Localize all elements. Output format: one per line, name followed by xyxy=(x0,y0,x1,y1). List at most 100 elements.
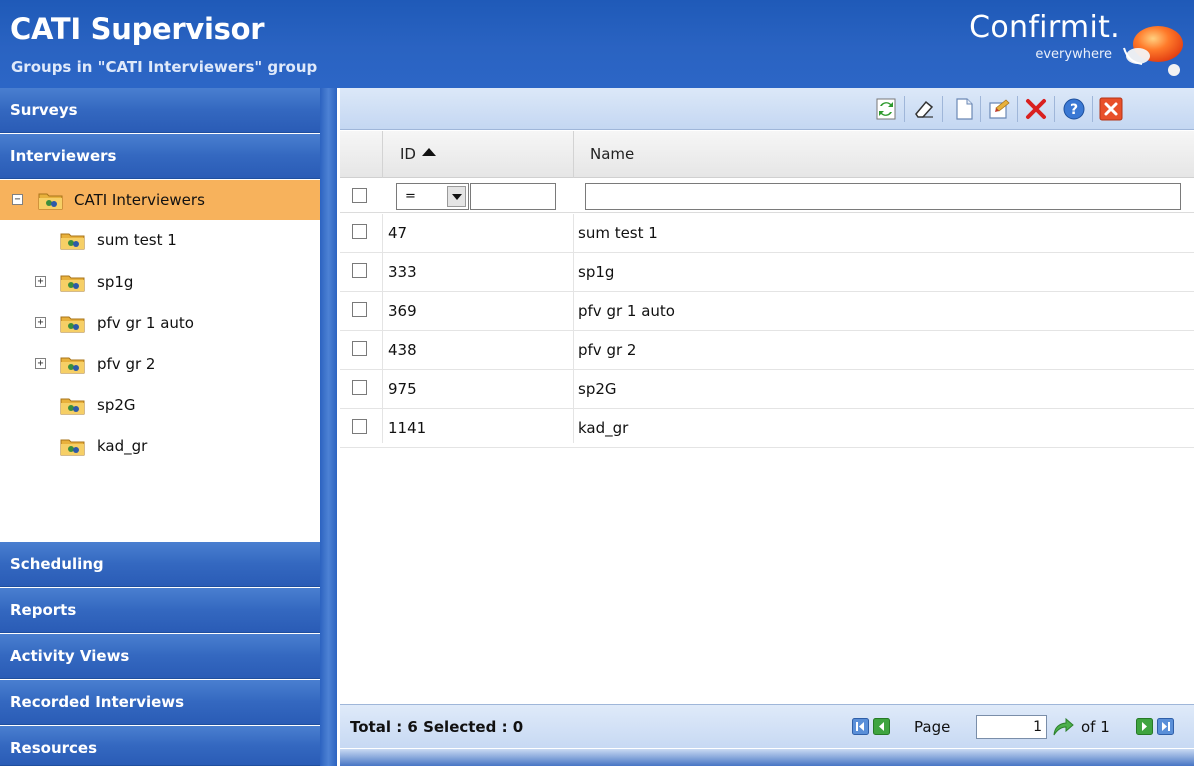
svg-text:?: ? xyxy=(1070,102,1078,118)
name-filter-input[interactable] xyxy=(585,183,1181,210)
dropdown-arrow-icon[interactable] xyxy=(447,186,466,207)
tree-item-label: sum test 1 xyxy=(97,231,177,249)
table-row[interactable]: 438 pfv gr 2 xyxy=(340,331,1194,370)
expand-icon[interactable]: + xyxy=(35,317,46,328)
toolbar: ? xyxy=(340,88,1194,130)
group-folder-icon xyxy=(60,233,85,250)
cell-name: sum test 1 xyxy=(578,224,658,242)
group-folder-icon xyxy=(60,439,85,456)
brand-name: Confirmit. xyxy=(969,10,1120,45)
cell-id: 369 xyxy=(388,302,417,320)
tree-item-label: pfv gr 2 xyxy=(97,355,156,373)
nav-scheduling[interactable]: Scheduling xyxy=(0,542,320,587)
select-all-checkbox[interactable] xyxy=(352,188,367,203)
new-document-icon[interactable] xyxy=(952,97,976,121)
help-icon[interactable]: ? xyxy=(1062,97,1086,121)
total-selected-status: Total : 6 Selected : 0 xyxy=(350,718,524,736)
splitter-handle[interactable] xyxy=(320,88,337,766)
table-row[interactable]: 47 sum test 1 xyxy=(340,214,1194,253)
tree-item-cati-interviewers[interactable]: − CATI Interviewers xyxy=(0,180,320,220)
group-folder-icon xyxy=(60,275,85,292)
page-subtitle: Groups in "CATI Interviewers" group xyxy=(11,58,318,76)
column-divider xyxy=(573,131,574,178)
nav-reports[interactable]: Reports xyxy=(0,588,320,633)
bottom-strip xyxy=(340,749,1194,766)
group-folder-icon xyxy=(38,193,63,210)
cell-id: 975 xyxy=(388,380,417,398)
nav-interviewers[interactable]: Interviewers xyxy=(0,134,320,179)
nav-resources[interactable]: Resources xyxy=(0,726,320,766)
tree-item-kad-gr[interactable]: kad_gr xyxy=(0,426,320,466)
grid-footer: Total : 6 Selected : 0 Page 1 of 1 xyxy=(340,704,1194,748)
toolbar-separator xyxy=(1054,96,1055,122)
previous-page-icon[interactable] xyxy=(873,718,890,735)
edit-folder-icon[interactable] xyxy=(987,97,1011,121)
filter-row: = xyxy=(340,178,1194,213)
cell-id: 333 xyxy=(388,263,417,281)
grid-header: ID Name xyxy=(340,131,1194,178)
page-count: of 1 xyxy=(1081,718,1110,736)
nav-surveys[interactable]: Surveys xyxy=(0,88,320,133)
app-header: CATI Supervisor Groups in "CATI Intervie… xyxy=(0,0,1194,88)
main-panel: ? ID Name = 47 sum test 1 333 sp1g 369 p… xyxy=(340,88,1194,766)
sort-ascending-icon xyxy=(421,148,436,156)
column-header-label: ID xyxy=(400,145,416,163)
column-header-name[interactable]: Name xyxy=(580,131,634,178)
id-filter-input[interactable] xyxy=(470,183,556,210)
brand-tagline: everywhere xyxy=(1035,47,1112,62)
cell-name: pfv gr 1 auto xyxy=(578,302,675,320)
tree-item-label: pfv gr 1 auto xyxy=(97,314,194,332)
row-checkbox[interactable] xyxy=(352,341,367,356)
refresh-icon[interactable] xyxy=(874,97,898,121)
cell-id: 1141 xyxy=(388,419,427,437)
table-row[interactable]: 1141 kad_gr xyxy=(340,409,1194,448)
operator-value: = xyxy=(405,189,416,204)
tree-item-sp2g[interactable]: sp2G xyxy=(0,385,320,425)
row-checkbox[interactable] xyxy=(352,380,367,395)
cell-id: 47 xyxy=(388,224,408,242)
row-checkbox[interactable] xyxy=(352,224,367,239)
toolbar-separator xyxy=(1017,96,1018,122)
cell-name: sp1g xyxy=(578,263,615,281)
first-page-icon[interactable] xyxy=(852,718,869,735)
toolbar-separator xyxy=(1092,96,1093,122)
collapse-icon[interactable]: − xyxy=(12,194,23,205)
table-row[interactable]: 333 sp1g xyxy=(340,253,1194,292)
delete-icon[interactable] xyxy=(1024,97,1048,121)
table-row[interactable]: 975 sp2G xyxy=(340,370,1194,409)
confirmit-logo-icon xyxy=(1123,26,1183,76)
expand-icon[interactable]: + xyxy=(35,276,46,287)
expand-icon[interactable]: + xyxy=(35,358,46,369)
row-checkbox[interactable] xyxy=(352,263,367,278)
column-header-id[interactable]: ID xyxy=(390,131,436,178)
cell-id: 438 xyxy=(388,341,417,359)
close-icon[interactable] xyxy=(1099,97,1123,121)
app-title: CATI Supervisor xyxy=(10,12,265,46)
tree-item-label: sp1g xyxy=(97,273,134,291)
row-checkbox[interactable] xyxy=(352,302,367,317)
go-to-page-icon[interactable] xyxy=(1051,715,1075,739)
id-filter-operator-select[interactable]: = xyxy=(396,183,469,210)
column-divider xyxy=(382,131,383,178)
tree-item-pfv-gr-1-auto[interactable]: + pfv gr 1 auto xyxy=(0,303,320,343)
eraser-icon[interactable] xyxy=(912,97,936,121)
cell-name: kad_gr xyxy=(578,419,629,437)
tree-item-sum-test-1[interactable]: sum test 1 xyxy=(0,220,320,260)
group-folder-icon xyxy=(60,357,85,374)
page-number-input[interactable]: 1 xyxy=(976,715,1047,739)
last-page-icon[interactable] xyxy=(1157,718,1174,735)
toolbar-separator xyxy=(904,96,905,122)
tree-item-label: sp2G xyxy=(97,396,136,414)
table-row[interactable]: 369 pfv gr 1 auto xyxy=(340,292,1194,331)
tree-item-pfv-gr-2[interactable]: + pfv gr 2 xyxy=(0,344,320,384)
next-page-icon[interactable] xyxy=(1136,718,1153,735)
tree-item-label: CATI Interviewers xyxy=(74,191,205,209)
nav-recorded-interviews[interactable]: Recorded Interviews xyxy=(0,680,320,725)
group-folder-icon xyxy=(60,398,85,415)
page-label: Page xyxy=(914,718,951,736)
tree-item-label: kad_gr xyxy=(97,437,148,455)
row-checkbox[interactable] xyxy=(352,419,367,434)
cell-name: pfv gr 2 xyxy=(578,341,637,359)
nav-activity-views[interactable]: Activity Views xyxy=(0,634,320,679)
tree-item-sp1g[interactable]: + sp1g xyxy=(0,262,320,302)
